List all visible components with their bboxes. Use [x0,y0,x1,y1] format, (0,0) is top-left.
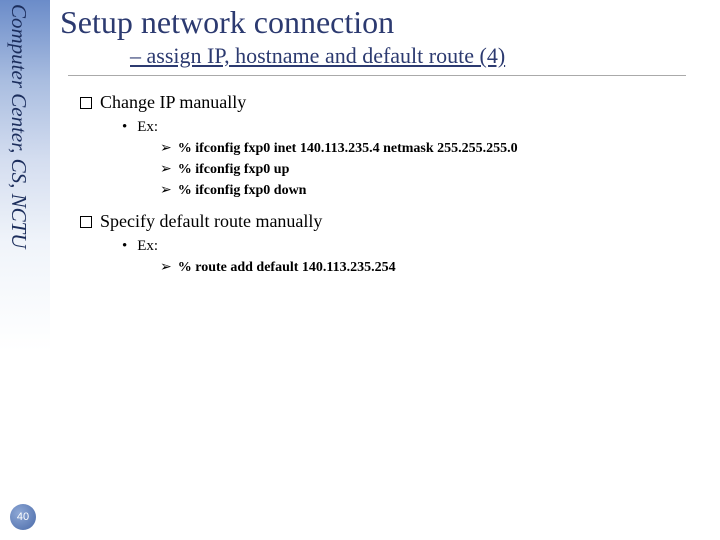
dot-bullet-icon: • [122,119,127,135]
cmd-line: ➢ % ifconfig fxp0 inet 140.113.235.4 netm… [160,140,710,157]
square-bullet-icon [80,216,92,228]
square-bullet-icon [80,97,92,109]
section-change-ip: Change IP manually [80,92,710,113]
slide-title: Setup network connection [60,4,710,41]
title-divider [68,75,686,76]
arrow-bullet-icon: ➢ [160,162,172,177]
arrow-bullet-icon: ➢ [160,260,172,275]
cmd-text: % ifconfig fxp0 inet 140.113.235.4 netma… [178,141,518,156]
cmd-line: ➢ % ifconfig fxp0 down [160,182,710,199]
section-default-route: Specify default route manually [80,211,710,232]
slide-subtitle: – assign IP, hostname and default route … [130,43,710,69]
sidebar-org-text: Computer Center, CS, NCTU [6,4,31,248]
section2-heading: Specify default route manually [100,211,322,231]
sidebar-gradient: Computer Center, CS, NCTU [0,0,50,540]
section1-ex-label: Ex: [137,119,158,135]
cmd-text: % ifconfig fxp0 up [178,162,290,177]
page-number-badge: 40 [10,504,36,530]
dot-bullet-icon: • [122,238,127,254]
section2-ex-label: Ex: [137,238,158,254]
cmd-line: ➢ % route add default 140.113.235.254 [160,259,710,276]
section1-heading: Change IP manually [100,92,246,112]
arrow-bullet-icon: ➢ [160,183,172,198]
cmd-text: % ifconfig fxp0 down [178,183,307,198]
section2-ex: • Ex: [122,238,710,255]
slide-content: Setup network connection – assign IP, ho… [60,0,710,276]
cmd-text: % route add default 140.113.235.254 [178,260,396,275]
arrow-bullet-icon: ➢ [160,141,172,156]
section1-ex: • Ex: [122,119,710,136]
cmd-line: ➢ % ifconfig fxp0 up [160,161,710,178]
